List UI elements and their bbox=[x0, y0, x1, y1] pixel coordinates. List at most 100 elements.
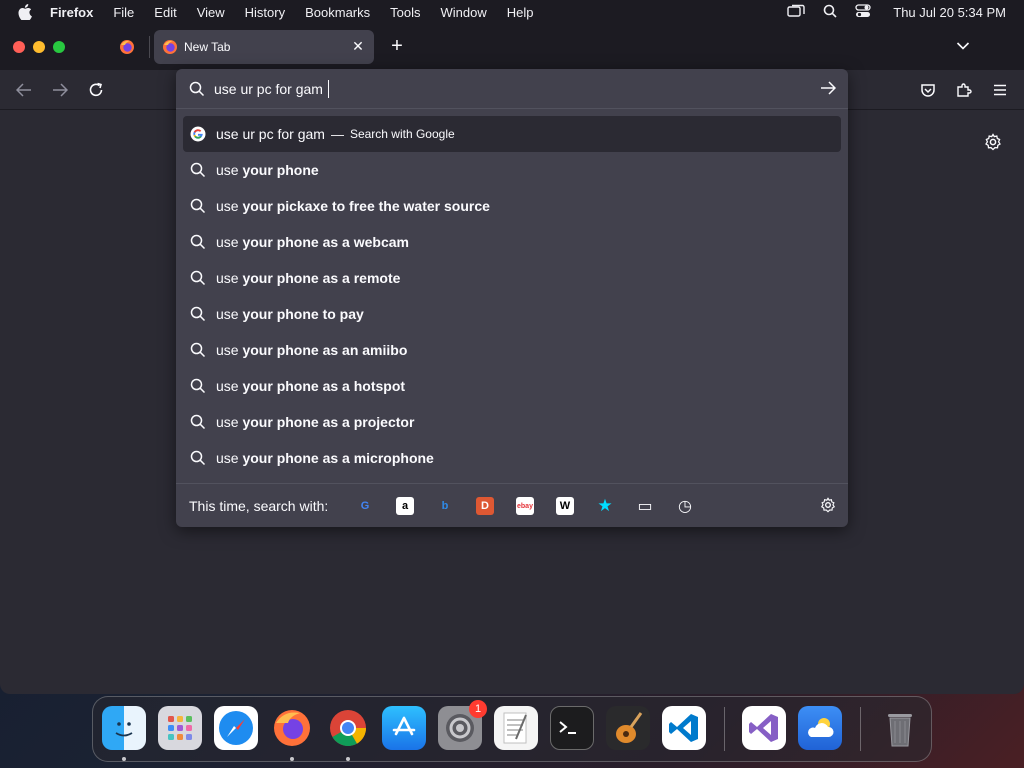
dock-garageband-icon[interactable] bbox=[606, 706, 650, 750]
suggestion-row[interactable]: use your phone as a remote bbox=[183, 260, 841, 296]
menu-window[interactable]: Window bbox=[441, 5, 487, 20]
tabs-icon[interactable]: ▭ bbox=[636, 497, 654, 515]
search-icon bbox=[190, 306, 206, 322]
back-arrow-icon[interactable] bbox=[13, 79, 35, 101]
close-tab-icon[interactable]: ✕ bbox=[350, 38, 366, 54]
firefox-icon bbox=[120, 40, 134, 54]
apple-menu-icon[interactable] bbox=[14, 0, 36, 24]
suggestion-typed-text: use bbox=[216, 378, 239, 394]
suggestion-completion-text: your phone as a hotspot bbox=[238, 378, 406, 394]
menubar: Firefox File Edit View History Bookmarks… bbox=[0, 0, 1024, 24]
google-icon[interactable]: G bbox=[356, 497, 374, 515]
menu-view[interactable]: View bbox=[197, 5, 225, 20]
screen-mirroring-icon[interactable] bbox=[787, 4, 805, 21]
suggestion-list: use your phone use your pickaxe to free t… bbox=[183, 152, 841, 476]
dock-app-store-icon[interactable] bbox=[382, 706, 426, 750]
suggestion-row[interactable]: use your pickaxe to free the water sourc… bbox=[183, 188, 841, 224]
dock-launchpad-icon[interactable] bbox=[158, 706, 202, 750]
suggestion-row[interactable]: use your phone as a microphone bbox=[183, 440, 841, 476]
menubar-clock[interactable]: Thu Jul 20 5:34 PM bbox=[893, 5, 1006, 20]
dock-trash-icon[interactable] bbox=[878, 706, 922, 750]
history-clock-icon[interactable]: ◷ bbox=[676, 497, 694, 515]
tab-new-tab[interactable]: New Tab ✕ bbox=[154, 30, 374, 64]
dock-divider bbox=[860, 707, 861, 751]
forward-arrow-icon[interactable] bbox=[49, 79, 71, 101]
menu-bookmarks[interactable]: Bookmarks bbox=[305, 5, 370, 20]
pinned-tab-firefox[interactable] bbox=[112, 33, 142, 61]
google-icon bbox=[190, 126, 206, 142]
bing-icon[interactable]: b bbox=[436, 497, 454, 515]
urlbar-results: use ur pc for gam — Search with Google u… bbox=[183, 116, 841, 476]
urlbar-input[interactable] bbox=[214, 79, 794, 99]
dock-chrome-icon[interactable] bbox=[326, 706, 370, 750]
suggestion-typed-text: use bbox=[216, 198, 239, 214]
running-indicator bbox=[346, 757, 350, 761]
menu-file[interactable]: File bbox=[113, 5, 134, 20]
running-indicator bbox=[290, 757, 294, 761]
newtab-settings-gear-icon[interactable] bbox=[982, 131, 1004, 153]
suggestion-completion-text: your phone as a webcam bbox=[238, 234, 409, 250]
duckduckgo-icon[interactable]: D bbox=[476, 497, 494, 515]
tab-strip: New Tab ✕ + bbox=[0, 24, 1024, 70]
suggestion-typed-text: use bbox=[216, 162, 239, 178]
suggestion-typed-text: use bbox=[216, 234, 239, 250]
go-arrow-icon[interactable] bbox=[820, 81, 837, 100]
reload-icon[interactable] bbox=[85, 79, 107, 101]
search-icon bbox=[190, 234, 206, 250]
suggestion-row[interactable]: use your phone as an amiibo bbox=[183, 332, 841, 368]
spotlight-search-icon[interactable] bbox=[823, 4, 837, 21]
one-off-search-bar: This time, search with: Ga b Debay W ★ ▭ ◷ bbox=[176, 483, 848, 527]
suggestion-typed-text: use bbox=[216, 306, 239, 322]
zoom-window-button[interactable] bbox=[53, 41, 65, 53]
list-all-tabs-chevron-down-icon[interactable] bbox=[952, 35, 974, 57]
dock-divider bbox=[724, 707, 725, 751]
suggestion-row[interactable]: use your phone to pay bbox=[183, 296, 841, 332]
ebay-icon[interactable]: ebay bbox=[516, 497, 534, 515]
suggestion-row[interactable]: use your phone as a projector bbox=[183, 404, 841, 440]
tab-separator bbox=[149, 36, 150, 58]
firefox-icon bbox=[163, 40, 177, 54]
menu-tools[interactable]: Tools bbox=[390, 5, 420, 20]
new-tab-button[interactable]: + bbox=[386, 35, 408, 57]
menu-edit[interactable]: Edit bbox=[154, 5, 176, 20]
search-settings-gear-icon[interactable] bbox=[820, 497, 836, 518]
hamburger-menu-icon[interactable] bbox=[989, 79, 1011, 101]
result-query-text: use ur pc for gam bbox=[216, 126, 325, 142]
pocket-icon[interactable] bbox=[917, 79, 939, 101]
menu-help[interactable]: Help bbox=[507, 5, 534, 20]
dock-system-settings-icon[interactable]: 1 bbox=[438, 700, 487, 750]
wikipedia-icon[interactable]: W bbox=[556, 497, 574, 515]
search-icon bbox=[190, 162, 206, 178]
dock-firefox-icon[interactable] bbox=[270, 706, 314, 750]
result-search-with-google[interactable]: use ur pc for gam — Search with Google bbox=[183, 116, 841, 152]
search-icon bbox=[190, 270, 206, 286]
dock-terminal-icon[interactable] bbox=[550, 706, 594, 750]
dock-weather-icon[interactable] bbox=[798, 706, 842, 750]
bookmarks-star-icon[interactable]: ★ bbox=[596, 496, 614, 515]
extensions-puzzle-icon[interactable] bbox=[953, 79, 975, 101]
urlbar-dropdown: use ur pc for gam — Search with Google u… bbox=[176, 69, 848, 527]
suggestion-row[interactable]: use your phone as a webcam bbox=[183, 224, 841, 260]
suggestion-typed-text: use bbox=[216, 414, 239, 430]
text-caret bbox=[328, 80, 329, 98]
close-window-button[interactable] bbox=[13, 41, 25, 53]
menu-history[interactable]: History bbox=[245, 5, 285, 20]
dock-visual-studio-icon[interactable] bbox=[742, 706, 786, 750]
amazon-icon[interactable]: a bbox=[396, 497, 414, 515]
search-icon bbox=[190, 198, 206, 214]
control-center-icon[interactable] bbox=[855, 3, 871, 21]
dock: 1 bbox=[92, 696, 932, 762]
notification-badge: 1 bbox=[469, 700, 487, 718]
menu-app-name[interactable]: Firefox bbox=[50, 5, 93, 20]
dock-finder-icon[interactable] bbox=[102, 706, 146, 750]
suggestion-row[interactable]: use your phone as a hotspot bbox=[183, 368, 841, 404]
dock-safari-icon[interactable] bbox=[214, 706, 258, 750]
suggestion-row[interactable]: use your phone bbox=[183, 152, 841, 188]
suggestion-completion-text: your phone as a remote bbox=[238, 270, 401, 286]
dock-textedit-icon[interactable] bbox=[494, 706, 538, 750]
minimize-window-button[interactable] bbox=[33, 41, 45, 53]
running-indicator bbox=[122, 757, 126, 761]
suggestion-typed-text: use bbox=[216, 450, 239, 466]
dock-vscode-icon[interactable] bbox=[662, 706, 706, 750]
search-icon bbox=[189, 81, 205, 102]
